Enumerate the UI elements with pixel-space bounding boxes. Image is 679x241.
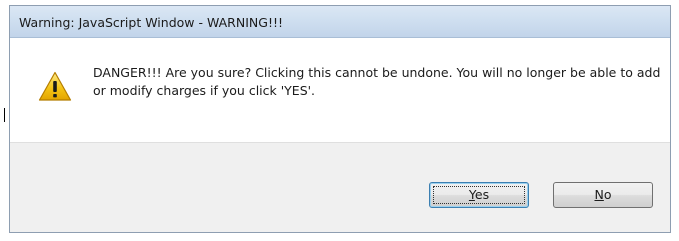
no-label: o (603, 187, 612, 202)
warning-dialog: Warning: JavaScript Window - WARNING!!! … (9, 5, 671, 233)
dialog-content: DANGER!!! Are you sure? Clicking this ca… (10, 38, 670, 142)
background-edge-line (4, 108, 5, 122)
yes-button[interactable]: Yes (429, 182, 529, 208)
dialog-message: DANGER!!! Are you sure? Clicking this ca… (93, 65, 661, 98)
dialog-button-bar: Yes No (10, 142, 670, 232)
yes-label: es (474, 187, 490, 202)
dialog-titlebar[interactable]: Warning: JavaScript Window - WARNING!!! (10, 6, 670, 38)
warning-icon (38, 71, 72, 102)
no-button[interactable]: No (553, 182, 653, 208)
no-accelerator: N (594, 187, 604, 202)
dialog-title: Warning: JavaScript Window - WARNING!!! (19, 15, 283, 30)
